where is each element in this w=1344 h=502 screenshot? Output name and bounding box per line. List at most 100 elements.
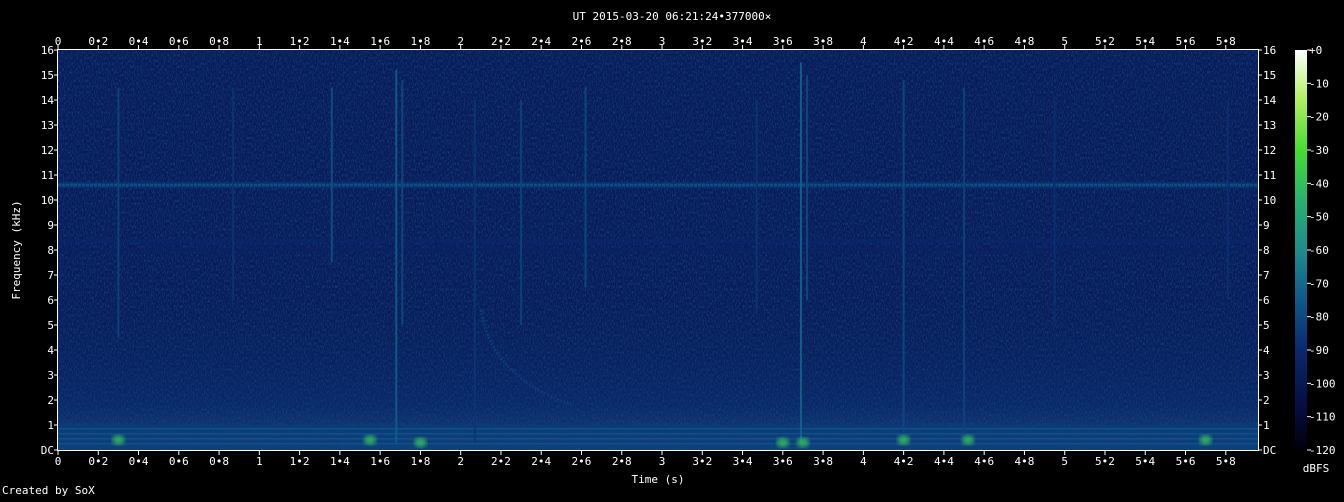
x-tick-label-top: 3•8 (813, 35, 833, 48)
x-tick-label-top: 0 (55, 35, 62, 48)
x-tick-label-bottom: 3•4 (733, 455, 753, 468)
x-tick-label-top: 1•8 (410, 35, 430, 48)
y-tick-label-right: 5 (1263, 319, 1270, 332)
y-tick-label-right: 9 (1263, 219, 1270, 232)
y-tick-label-left: 15 (41, 69, 54, 82)
colorbar-ticks: +0 -10 -20 -30 -40 -50 -60 -70 -80 -90 -100 -110 -12… (1307, 44, 1336, 457)
y-tick-label-right: 3 (1263, 369, 1270, 382)
y-tick-label-left: 5 (47, 319, 54, 332)
x-tick-label-top: 4•8 (1015, 35, 1035, 48)
y-tick-label-right: 14 (1263, 94, 1277, 107)
colorbar-tick-label: -40 (1309, 177, 1329, 190)
y-axis-right: DC12345678910111213141516 (1258, 44, 1277, 457)
x-tick-label-top: 1•4 (330, 35, 350, 48)
y-tick-label-left: 13 (41, 119, 54, 132)
colorbar: +0 -10 -20 -30 -40 -50 -60 -70 -80 -90 -100 -110 -12… (1295, 44, 1336, 475)
plot-area (57, 49, 1259, 451)
x-tick-label-top: 4•6 (974, 35, 994, 48)
y-tick-label-right: 16 (1263, 44, 1276, 57)
y-tick-label-right: 4 (1263, 344, 1270, 357)
colorbar-tick-label: -20 (1309, 111, 1329, 124)
x-tick-label-bottom: 4•6 (974, 455, 994, 468)
chart-title: UT 2015-03-20 06:21:24•377000× (573, 10, 772, 23)
x-tick-label-top: 5•4 (1135, 35, 1155, 48)
x-tick-label-top: 2•6 (572, 35, 592, 48)
y-tick-label-left: 9 (47, 219, 54, 232)
x-tick-label-bottom: 5•6 (1176, 455, 1196, 468)
colorbar-tick-label: -50 (1309, 211, 1329, 224)
x-tick-label-bottom: 0•2 (88, 455, 108, 468)
x-tick-label-bottom: 4•8 (1015, 455, 1035, 468)
x-tick-label-top: 5•6 (1176, 35, 1196, 48)
colorbar-tick-label: -110 (1309, 411, 1336, 424)
x-tick-label-bottom: 3•2 (692, 455, 712, 468)
x-tick-label-bottom: 2 (457, 455, 464, 468)
y-tick-label-right: DC (1263, 444, 1276, 457)
credit-text: Created by SoX (2, 484, 95, 497)
x-tick-label-top: 0•2 (88, 35, 108, 48)
x-tick-label-bottom: 1 (256, 455, 263, 468)
x-axis-bottom: 0 0•2 0•4 0•6 0•8 1 1•2 1•4 1•6 1•8 2 2•2 2•4 2•6 2•8 3… (55, 450, 1236, 468)
y-tick-label-left: 4 (47, 344, 54, 357)
x-tick-label-top: 0•8 (209, 35, 229, 48)
x-axis-label: Time (s) (632, 473, 685, 486)
x-tick-label-bottom: 3 (659, 455, 666, 468)
x-tick-label-bottom: 2•8 (612, 455, 632, 468)
x-tick-label-bottom: 4•4 (934, 455, 954, 468)
y-tick-label-left: DC (41, 444, 54, 457)
x-tick-label-bottom: 0 (55, 455, 62, 468)
x-axis-top: 0 0•2 0•4 0•6 0•8 1 1•2 1•4 1•6 1•8 2 2•2 2•4 2•6 2•8 3… (55, 35, 1236, 50)
x-tick-label-bottom: 2•2 (491, 455, 511, 468)
x-tick-label-top: 4 (860, 35, 867, 48)
y-tick-label-left: 2 (47, 394, 54, 407)
x-tick-label-bottom: 1•6 (370, 455, 390, 468)
x-tick-label-bottom: 1•4 (330, 455, 350, 468)
y-tick-label-right: 6 (1263, 294, 1270, 307)
x-tick-label-top: 5•8 (1216, 35, 1236, 48)
colorbar-gradient (1295, 50, 1307, 450)
x-tick-label-bottom: 3•6 (773, 455, 793, 468)
y-tick-label-left: 14 (41, 94, 55, 107)
colorbar-tick-label: -60 (1309, 244, 1329, 257)
y-tick-label-left: 10 (41, 194, 54, 207)
y-tick-label-left: 11 (41, 169, 54, 182)
y-tick-label-right: 11 (1263, 169, 1276, 182)
x-tick-label-bottom: 1•2 (290, 455, 310, 468)
x-tick-label-top: 0•4 (129, 35, 149, 48)
low-frequency-blob (112, 435, 125, 445)
y-axis-label: Frequency (kHz) (10, 200, 23, 299)
x-tick-label-bottom: 0•6 (169, 455, 189, 468)
x-tick-label-top: 2•8 (612, 35, 632, 48)
colorbar-tick-label: -70 (1309, 277, 1329, 290)
y-tick-label-left: 6 (47, 294, 54, 307)
x-tick-label-bottom: 5•4 (1135, 455, 1155, 468)
x-tick-label-bottom: 5•8 (1216, 455, 1236, 468)
colorbar-tick-label: -30 (1309, 144, 1329, 157)
low-frequency-blob (962, 435, 975, 445)
x-tick-label-top: 0•6 (169, 35, 189, 48)
x-tick-label-top: 4•4 (934, 35, 954, 48)
spectrogram-layers (58, 50, 1258, 450)
y-tick-label-right: 10 (1263, 194, 1276, 207)
low-frequency-blob (364, 435, 377, 445)
low-frequency-blob (796, 437, 809, 448)
x-tick-label-top: 3•4 (733, 35, 753, 48)
x-tick-label-top: 2•2 (491, 35, 511, 48)
x-tick-label-top: 3 (659, 35, 666, 48)
y-tick-label-left: 8 (47, 244, 54, 257)
y-tick-label-left: 12 (41, 144, 54, 157)
low-frequency-blob (897, 435, 910, 445)
x-tick-label-top: 4•2 (894, 35, 914, 48)
y-tick-label-right: 2 (1263, 394, 1270, 407)
colorbar-tick-label: -80 (1309, 311, 1329, 324)
x-tick-label-bottom: 4•2 (894, 455, 914, 468)
x-tick-label-top: 1 (256, 35, 263, 48)
y-axis-left: DC12345678910111213141516 (41, 44, 58, 457)
y-tick-label-right: 8 (1263, 244, 1270, 257)
x-tick-label-top: 5 (1061, 35, 1068, 48)
x-tick-label-top: 5•2 (1095, 35, 1115, 48)
colorbar-tick-label: +0 (1309, 44, 1322, 57)
y-tick-label-left: 16 (41, 44, 54, 57)
low-frequency-blob (1199, 435, 1212, 445)
spectrogram-figure: UT 2015-03-20 06:21:24•377000× 0 0•2 0•4 0•… (0, 0, 1344, 498)
